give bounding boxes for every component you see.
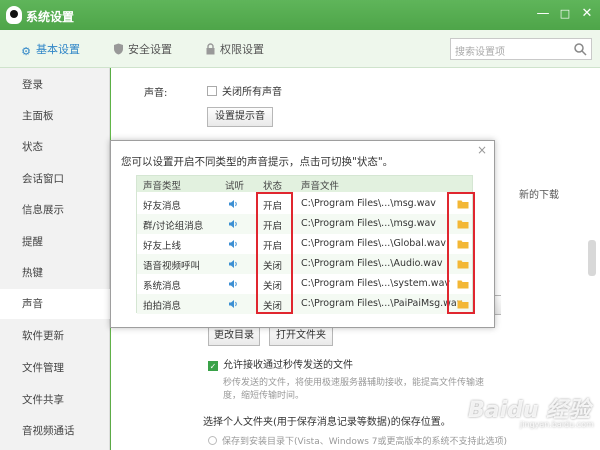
sound-table: 声音类型 试听 状态 声音文件 好友消息 开启 C:\Program Files… [136,175,475,314]
row-file-path: C:\Program Files\...\Audio.wav [301,258,443,269]
qq-penguin-icon [6,6,22,24]
allow-receive-checkbox[interactable]: ✓ 允许接收通过秒传发送的文件 [208,356,353,371]
sound-label: 声音: [144,88,168,99]
sidebar-item-info-display[interactable]: 信息展示 [0,196,110,224]
checkbox-box[interactable] [207,86,217,96]
sidebar-item-reminder[interactable]: 提醒 [0,228,110,256]
minimize-button[interactable]: — [532,4,554,24]
sound-settings-popup: 您可以设置开启不同类型的声音提示，点击可切换"状态"。 × 声音类型 试听 状态… [110,140,495,328]
speaker-icon[interactable] [228,299,238,309]
table-row: 系统消息 关闭 C:\Program Files\...\system.wav [137,274,472,294]
gear-icon: ⚙ [21,45,31,58]
search-placeholder: 搜索设置项 [455,47,505,58]
row-type: 好友上线 [143,241,182,252]
sidebar-item-login[interactable]: 登录 [0,71,110,99]
row-file-path: C:\Program Files\...\system.wav [301,278,451,289]
status-column-highlight [256,192,293,314]
row-type: 好友消息 [143,201,182,212]
folder-column-highlight [447,192,475,314]
sidebar-item-hotkey[interactable]: 热键 [0,259,110,287]
tab-label: 权限设置 [220,43,264,56]
checkbox-checked-icon[interactable]: ✓ [208,361,218,371]
save-install-dir-label: 保存到安装目录下(Vista、Windows 7或更高版本的系统不支持此选项) [222,437,507,447]
search-icon[interactable] [573,42,587,56]
tab-label: 基本设置 [36,43,80,56]
speaker-icon[interactable] [228,219,238,229]
mute-all-label: 关闭所有声音 [222,87,282,98]
lock-icon [204,43,216,55]
baidu-watermark-url: jingyan.baidu.com [520,420,594,429]
settings-window: 系统设置 — □ ✕ ⚙ 基本设置 安全设置 权限设置 搜索设置项 登录 主面板 … [0,0,600,450]
header-status: 状态 [263,181,283,192]
radio-button[interactable] [208,436,217,445]
table-row: 拍拍消息 关闭 C:\Program Files\...\PaiPaiMsg.w… [137,294,472,314]
row-type: 语音视频呼叫 [143,261,201,272]
sidebar-item-chat-window[interactable]: 会话窗口 [0,165,110,193]
sidebar-item-file-sharing[interactable]: 文件共享 [0,386,110,414]
row-file-path: C:\Program Files\...\Global.wav [301,238,446,249]
popup-close-button[interactable]: × [477,143,487,157]
header-listen: 试听 [225,181,245,192]
allow-receive-desc-2: 度，缩短传输时间。 [223,391,305,401]
row-file-path: C:\Program Files\...\PaiPaiMsg.wav [301,298,463,309]
speaker-icon[interactable] [228,239,238,249]
row-type: 拍拍消息 [143,301,182,312]
tab-label: 安全设置 [128,43,172,56]
header-sound-file: 声音文件 [301,181,340,192]
maximize-button[interactable]: □ [554,4,576,24]
tab-security-settings[interactable]: 安全设置 [112,41,172,57]
partial-download-text: 新的下载 [519,190,559,201]
speaker-icon[interactable] [228,199,238,209]
sidebar-item-file-management[interactable]: 文件管理 [0,354,110,382]
sidebar-item-status[interactable]: 状态 [0,133,110,161]
allow-receive-label: 允许接收通过秒传发送的文件 [223,360,353,371]
search-input[interactable]: 搜索设置项 [450,38,592,60]
sidebar-item-av-call[interactable]: 音视频通话 [0,417,110,445]
row-file-path: C:\Program Files\...\msg.wav [301,198,436,209]
scrollbar-thumb[interactable] [588,240,596,276]
save-install-dir-option[interactable]: 保存到安装目录下(Vista、Windows 7或更高版本的系统不支持此选项) [208,434,507,447]
shield-icon [112,43,124,55]
popup-title: 您可以设置开启不同类型的声音提示，点击可切换"状态"。 [121,156,394,168]
settings-sidebar: 登录 主面板 状态 会话窗口 信息展示 提醒 热键 声音 软件更新 文件管理 文… [0,68,110,450]
sidebar-item-sound[interactable]: 声音 [0,289,110,319]
tab-basic-settings[interactable]: ⚙ 基本设置 [20,41,80,58]
sidebar-item-software-update[interactable]: 软件更新 [0,322,110,350]
row-type: 群/讨论组消息 [143,221,204,232]
table-header: 声音类型 试听 状态 声音文件 [137,176,472,192]
allow-receive-desc-1: 秒传发送的文件，将使用极速服务器辅助接收，能提高文件传输速 [223,378,485,388]
personal-folder-label: 选择个人文件夹(用于保存消息记录等数据)的保存位置。 [203,417,451,428]
speaker-icon[interactable] [228,259,238,269]
table-row: 群/讨论组消息 开启 C:\Program Files\...\msg.wav [137,214,472,234]
close-button[interactable]: ✕ [576,4,598,24]
table-row: 好友消息 开启 C:\Program Files\...\msg.wav [137,194,472,214]
header-sound-type: 声音类型 [143,181,182,192]
window-title: 系统设置 [26,10,75,24]
change-directory-button[interactable]: 更改目录 [208,326,260,346]
open-folder-button[interactable]: 打开文件夹 [269,326,333,346]
table-row: 语音视频呼叫 关闭 C:\Program Files\...\Audio.wav [137,254,472,274]
sidebar-item-main-panel[interactable]: 主面板 [0,102,110,130]
table-row: 好友上线 开启 C:\Program Files\...\Global.wav [137,234,472,254]
row-file-path: C:\Program Files\...\msg.wav [301,218,436,229]
mute-all-checkbox[interactable]: 关闭所有声音 [207,83,282,98]
speaker-icon[interactable] [228,279,238,289]
title-bar: 系统设置 — □ ✕ [0,0,600,30]
set-prompt-sound-button[interactable]: 设置提示音 [207,107,273,127]
row-type: 系统消息 [143,281,182,292]
tab-permission-settings[interactable]: 权限设置 [204,41,264,57]
